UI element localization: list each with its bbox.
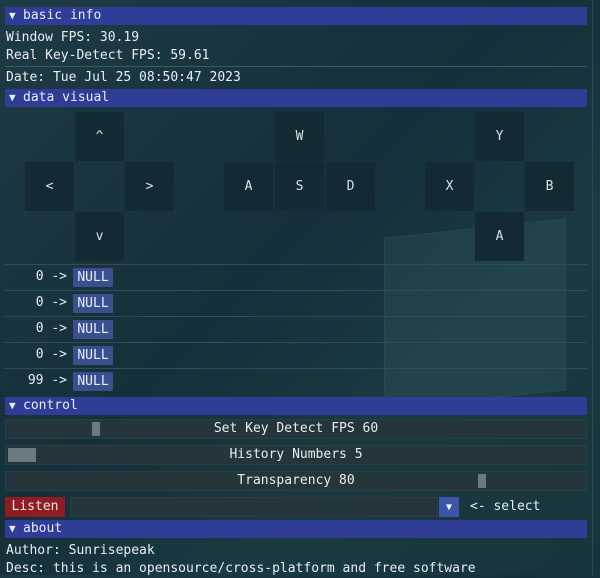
a-key: A bbox=[224, 162, 273, 211]
separator bbox=[5, 368, 587, 369]
listen-button[interactable]: Listen bbox=[5, 497, 65, 517]
history-index: 0 -> bbox=[35, 347, 67, 362]
history-index: 0 -> bbox=[35, 321, 67, 336]
collapse-arrow-icon: ▼ bbox=[9, 522, 16, 535]
history-index: 0 -> bbox=[35, 269, 67, 284]
control-header[interactable]: ▼ control bbox=[5, 397, 587, 415]
dpad-right-key: > bbox=[125, 162, 174, 211]
separator bbox=[5, 316, 587, 317]
history-index: 99 -> bbox=[27, 373, 67, 388]
x-button-key: X bbox=[425, 162, 474, 211]
separator bbox=[5, 264, 587, 265]
window-fps-text: Window FPS: 30.19 bbox=[6, 30, 140, 45]
key-select-combo[interactable] bbox=[70, 497, 438, 517]
author-text: Author: Sunrisepeak bbox=[6, 543, 155, 558]
select-label: <- select bbox=[470, 499, 541, 514]
transparency-slider[interactable]: Transparency 80 bbox=[5, 471, 587, 491]
separator bbox=[5, 342, 587, 343]
separator bbox=[5, 290, 587, 291]
dpad-up-key: ^ bbox=[75, 112, 124, 161]
dropdown-arrow-icon[interactable]: ▼ bbox=[439, 497, 459, 517]
a-button-key: A bbox=[475, 212, 524, 261]
about-header[interactable]: ▼ about bbox=[5, 520, 587, 538]
b-button-key: B bbox=[525, 162, 574, 211]
basic-info-header[interactable]: ▼ basic info bbox=[5, 7, 587, 25]
collapse-arrow-icon: ▼ bbox=[9, 91, 16, 104]
history-index: 0 -> bbox=[35, 295, 67, 310]
history-value: NULL bbox=[73, 346, 113, 365]
history-value: NULL bbox=[73, 268, 113, 287]
data-visual-header[interactable]: ▼ data visual bbox=[5, 89, 587, 107]
history-slider-label: History Numbers 5 bbox=[229, 447, 363, 462]
fps-slider[interactable]: Set Key Detect FPS 60 bbox=[5, 419, 587, 439]
history-value: NULL bbox=[73, 372, 113, 391]
separator bbox=[5, 66, 587, 67]
transparency-slider-label: Transparency 80 bbox=[237, 473, 355, 488]
date-text: Date: Tue Jul 25 08:50:47 2023 bbox=[6, 70, 241, 85]
s-key: S bbox=[275, 162, 324, 211]
real-fps-text: Real Key-Detect FPS: 59.61 bbox=[6, 48, 210, 63]
collapse-arrow-icon: ▼ bbox=[9, 399, 16, 412]
history-value: NULL bbox=[73, 294, 113, 313]
history-value: NULL bbox=[73, 320, 113, 339]
description-text: Desc: this is an opensource/cross-platfo… bbox=[6, 561, 476, 576]
y-button-key: Y bbox=[475, 112, 524, 161]
dpad-down-key: v bbox=[75, 212, 124, 261]
history-numbers-slider[interactable]: History Numbers 5 bbox=[5, 445, 587, 465]
collapse-arrow-icon: ▼ bbox=[9, 9, 16, 22]
d-key: D bbox=[326, 162, 375, 211]
w-key: W bbox=[275, 112, 324, 161]
dpad-left-key: < bbox=[25, 162, 74, 211]
fps-slider-label: Set Key Detect FPS 60 bbox=[213, 421, 379, 436]
